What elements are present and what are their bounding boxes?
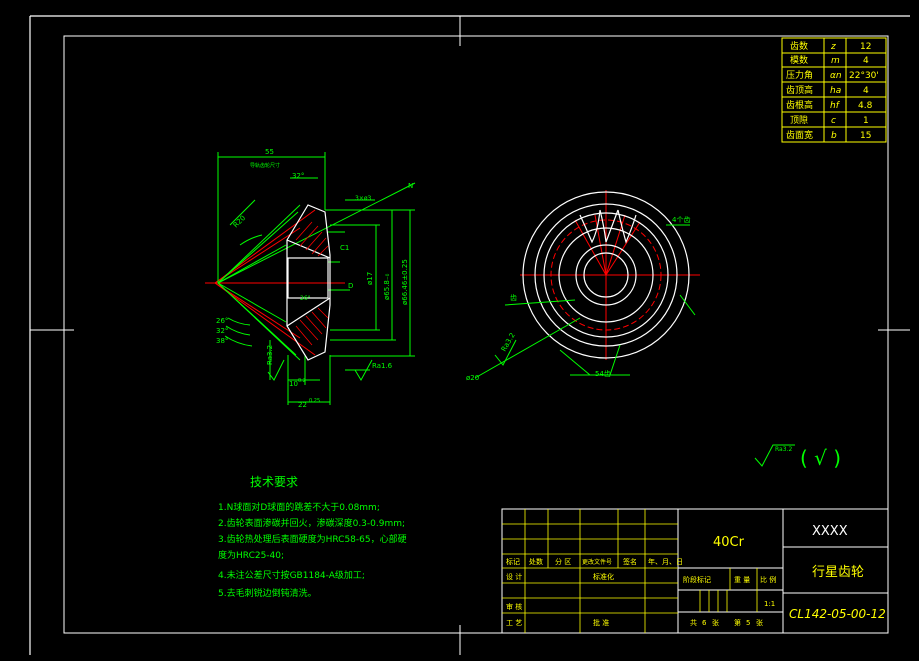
- param-value: 1: [863, 116, 869, 126]
- side-dim-texts: 55 导轨齿轮尺寸 32° R20 N D C1 ø17 ø65.8₋₀ ø66…: [216, 148, 413, 409]
- param-symbol: ha: [830, 86, 841, 96]
- param-symbol: αn: [830, 71, 842, 81]
- param-name: 齿根高: [786, 99, 813, 111]
- param-name: 齿面宽: [786, 129, 813, 141]
- dim-32-top: 32°: [292, 172, 304, 180]
- total-label-b: 张: [712, 618, 719, 627]
- param-symbol: z: [830, 42, 836, 52]
- dim-bottom-22: 22: [298, 401, 307, 409]
- head-change-doc: 更改文件号: [582, 558, 612, 566]
- tech-item: 度为HRC25-40;: [218, 549, 284, 561]
- company-name: XXXX: [812, 524, 848, 539]
- head-count: 处数: [529, 557, 543, 566]
- tech-item: 5.去毛刺锐边倒钝清洗。: [218, 587, 317, 599]
- dim-d17: ø17: [366, 272, 374, 285]
- label-d: D: [348, 282, 353, 290]
- roughness-left: Ra3.2: [266, 345, 274, 365]
- side-section-view: 55 导轨齿轮尺寸 32° R20 N D C1 ø17 ø65.8₋₀ ø66…: [205, 148, 416, 409]
- sheet-label-b: 张: [756, 618, 763, 627]
- dim-55: 55: [265, 148, 274, 156]
- scale-value: 1:1: [764, 600, 775, 608]
- roughness-right: Ra1.6: [372, 362, 393, 370]
- label-teeth-left: 齿: [510, 294, 517, 302]
- tech-title: 技术要求: [250, 475, 298, 489]
- note-top: 导轨齿轮尺寸: [250, 162, 280, 169]
- param-value: 4: [863, 86, 869, 96]
- title-block-grid: [502, 509, 758, 633]
- param-symbol: b: [831, 131, 837, 141]
- label-ratio: 比 例: [760, 575, 776, 584]
- label-weight: 重 量: [734, 576, 750, 584]
- tol-bottom-10: 0.2: [298, 378, 306, 384]
- head-date: 年、月、日: [648, 557, 683, 566]
- param-value: 4.8: [858, 101, 873, 111]
- tech-item: 3.齿轮热处理后表面硬度为HRC58-65，心部硬: [218, 533, 407, 545]
- param-name: 齿数: [790, 40, 808, 52]
- label-checker: 审 核: [506, 602, 522, 611]
- param-name: 齿顶高: [786, 84, 813, 96]
- param-value: 4: [863, 56, 869, 66]
- dim-d66: ø66.46±0.25: [401, 259, 409, 305]
- title-block: 标记 处数 分 区 更改文件号 签名 年、月、日 设 计 标准化 审 核 工 艺…: [501, 508, 889, 634]
- part-name: 行星齿轮: [812, 565, 864, 580]
- label-standard: 标准化: [593, 572, 614, 581]
- head-sign: 签名: [623, 557, 637, 566]
- param-symbol: hf: [830, 101, 841, 111]
- label-stage: 阶段标记: [683, 575, 711, 584]
- sheet-number: 5: [746, 619, 750, 627]
- label-teeth-top: 4个齿: [672, 216, 690, 224]
- param-symbol: m: [831, 56, 840, 66]
- tech-item: 1.N球面对D球面的跳差不大于0.08mm;: [218, 501, 380, 513]
- head-mark: 标记: [506, 557, 520, 566]
- total-label-a: 共: [690, 618, 697, 627]
- angle-26: 26°: [216, 317, 228, 325]
- inner-border: [63, 35, 889, 634]
- param-symbol: c: [831, 116, 836, 126]
- drawing-number: CL142-05-00-12: [789, 607, 886, 621]
- param-rows: 齿数 z 12 模数 m 4 压力角 αn 22°30' 齿顶高 ha 4 齿根…: [786, 40, 879, 141]
- technical-requirements: 技术要求 1.N球面对D球面的跳差不大于0.08mm; 2.齿轮表面渗碳并回火，…: [218, 475, 407, 599]
- param-value: 22°30': [849, 71, 879, 81]
- material: 40Cr: [713, 535, 745, 550]
- front-gear-view: 4个齿 齿 ø20 Ra3.2 54齿: [466, 190, 700, 382]
- label-teeth-bottom: 54齿: [595, 370, 611, 378]
- param-name: 模数: [790, 54, 808, 66]
- param-value: 12: [860, 42, 871, 52]
- roughness-paren: ( √ ): [800, 446, 841, 470]
- head-zone: 分 区: [555, 557, 571, 566]
- dim-3x: 3×ø3: [355, 195, 372, 202]
- front-dim-texts: 4个齿 齿 ø20 Ra3.2 54齿: [466, 216, 690, 382]
- tol-bottom-22: 0.25: [309, 398, 320, 404]
- angle-38: 38°: [216, 337, 228, 345]
- total-sheets: 6: [702, 619, 707, 627]
- general-roughness-note: Ra3.2 ( √ ): [754, 444, 841, 470]
- sheet-label-a: 第: [734, 618, 741, 627]
- label-c1: C1: [340, 244, 349, 252]
- tech-item: 4.未注公差尺寸按GB1184-A级加工;: [218, 569, 365, 581]
- label-approve: 批 准: [593, 618, 609, 627]
- label-n: N: [408, 182, 413, 190]
- label-designer: 设 计: [506, 572, 522, 581]
- dim-bottom-10: 10: [289, 380, 298, 388]
- param-name: 顶隙: [790, 114, 808, 126]
- param-name: 压力角: [786, 69, 813, 81]
- angle-32: 32°: [216, 327, 228, 335]
- dim-hole: ø20: [466, 374, 479, 382]
- cad-drawing-canvas: 齿数 z 12 模数 m 4 压力角 αn 22°30' 齿顶高 ha 4 齿根…: [29, 15, 910, 655]
- drawing-frame: [29, 15, 910, 655]
- dim-radius: R20: [232, 214, 247, 229]
- roughness-value: Ra3.2: [775, 446, 792, 453]
- angle-small: 26°: [300, 295, 311, 302]
- label-process: 工 艺: [506, 619, 522, 627]
- dim-d65: ø65.8₋₀: [383, 273, 391, 300]
- param-value: 15: [860, 131, 871, 141]
- tech-item: 2.齿轮表面渗碳并回火，渗碳深度0.3-0.9mm;: [218, 517, 405, 529]
